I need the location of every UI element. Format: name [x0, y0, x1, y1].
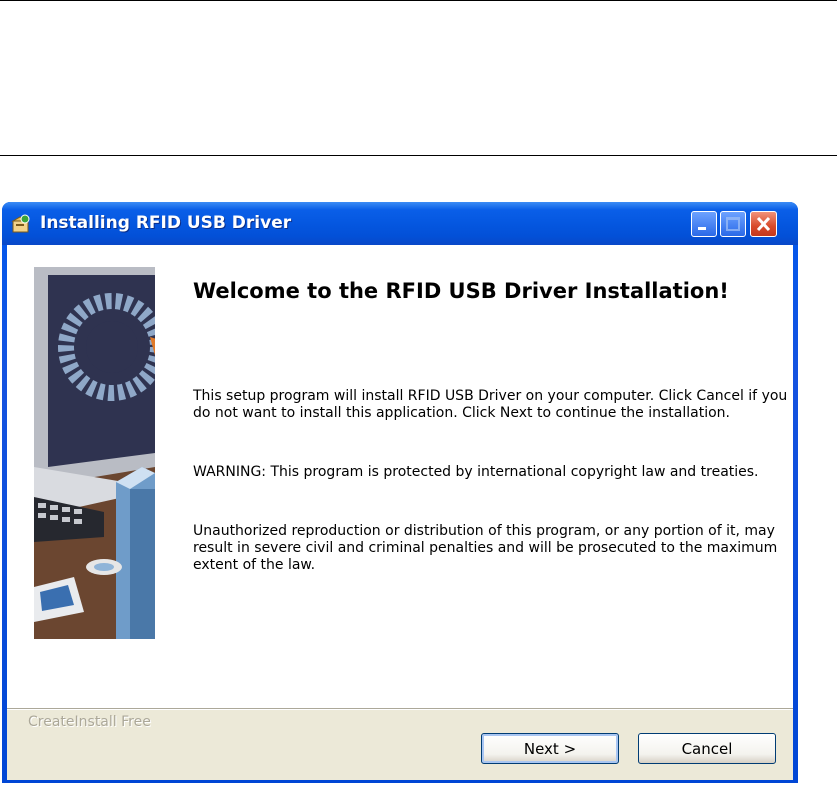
- middle-divider-line: [0, 155, 837, 156]
- maximize-icon: [726, 217, 740, 231]
- warning-text: WARNING: This program is protected by in…: [193, 464, 759, 480]
- minimize-button[interactable]: [691, 211, 717, 237]
- window-client-area: Welcome to the RFID USB Driver Installat…: [7, 245, 793, 780]
- intro-text: This setup program will install RFID USB…: [193, 388, 788, 421]
- legal-text: Unauthorized reproduction or distributio…: [193, 523, 778, 573]
- maximize-button[interactable]: [720, 211, 746, 237]
- installer-illustration: [34, 267, 155, 639]
- button-bar: CreateInstall Free Next > Cancel: [7, 708, 793, 780]
- welcome-heading: Welcome to the RFID USB Driver Installat…: [193, 279, 729, 303]
- brand-label: CreateInstall Free: [28, 714, 151, 730]
- cancel-button[interactable]: Cancel: [638, 733, 776, 764]
- close-icon: [756, 216, 771, 232]
- installer-icon: [10, 213, 32, 235]
- top-divider-line: [0, 0, 837, 1]
- title-bar[interactable]: Installing RFID USB Driver: [2, 202, 798, 245]
- installer-window: Installing RFID USB Driver Welcome to th…: [2, 202, 798, 783]
- window-title: Installing RFID USB Driver: [40, 213, 292, 233]
- minimize-icon: [698, 227, 706, 230]
- footer-divider: [7, 708, 793, 710]
- close-button[interactable]: [750, 211, 777, 237]
- next-button[interactable]: Next >: [481, 733, 619, 764]
